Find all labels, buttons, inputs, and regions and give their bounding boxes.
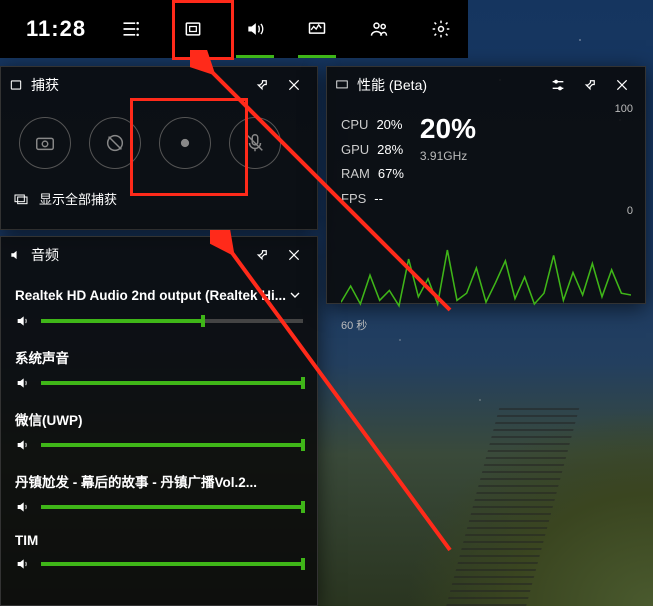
volume-slider[interactable] [15, 375, 303, 391]
perf-ymax: 100 [615, 103, 633, 115]
speaker-icon [15, 499, 31, 515]
speaker-icon [15, 556, 31, 572]
gallery-icon [13, 191, 29, 207]
performance-title: 性能 (Beta) [357, 75, 427, 95]
audio-button[interactable] [224, 0, 286, 58]
speaker-icon [15, 437, 31, 453]
game-bar: 11:28 [0, 0, 468, 58]
audio-close-button[interactable] [279, 240, 309, 270]
capture-icon [9, 78, 23, 92]
audio-mixer-item: 丹镇尬发 - 幕后的故事 - 丹镇广播Vol.2... [15, 471, 303, 515]
perf-ymin: 0 [615, 205, 633, 217]
clock: 11:28 [26, 16, 86, 42]
mic-toggle-button[interactable] [229, 117, 281, 169]
audio-title: 音频 [31, 245, 59, 265]
xbox-social-button[interactable] [348, 0, 410, 58]
volume-slider[interactable] [15, 556, 303, 572]
audio-icon [9, 248, 23, 262]
widgets-menu-button[interactable] [100, 0, 162, 58]
audio-pin-button[interactable] [247, 240, 277, 270]
perf-big-percent: 20% [420, 113, 601, 145]
capture-button[interactable] [162, 0, 224, 58]
audio-mixer-item: 微信(UWP) [15, 409, 303, 453]
performance-icon [335, 78, 349, 92]
audio-mixer-item: 系统声音 [15, 347, 303, 391]
performance-button[interactable] [286, 0, 348, 58]
audio-app-label: 微信(UWP) [15, 409, 303, 429]
performance-pin-button[interactable] [575, 70, 605, 100]
show-all-captures-link[interactable]: 显示全部捕获 [39, 189, 117, 208]
chevron-down-icon[interactable] [287, 287, 303, 303]
capture-close-button[interactable] [279, 70, 309, 100]
screenshot-button[interactable] [19, 117, 71, 169]
audio-app-label: TIM [15, 533, 303, 548]
start-record-button[interactable] [159, 117, 211, 169]
speaker-icon [15, 313, 31, 329]
performance-options-button[interactable] [543, 70, 573, 100]
capture-title: 捕获 [31, 75, 59, 95]
performance-widget: 性能 (Beta) CPU20% GPU28% RAM67% FPS-- 20%… [326, 66, 646, 304]
capture-widget: 捕获 显示全部捕获 [0, 66, 318, 230]
perf-chart [341, 223, 631, 313]
audio-device-name: Realtek HD Audio 2nd output (Realtek Hi.… [15, 288, 286, 303]
capture-pin-button[interactable] [247, 70, 277, 100]
audio-app-label: 系统声音 [15, 347, 303, 367]
audio-mixer-item [15, 313, 303, 329]
performance-close-button[interactable] [607, 70, 637, 100]
speaker-icon [15, 375, 31, 391]
settings-button[interactable] [410, 0, 472, 58]
perf-xlabel: 60 秒 [341, 317, 367, 333]
audio-widget: 音频 Realtek HD Audio 2nd output (Realtek … [0, 236, 318, 606]
perf-stats: CPU20% GPU28% RAM67% FPS-- [341, 113, 404, 219]
volume-slider[interactable] [15, 313, 303, 329]
volume-slider[interactable] [15, 499, 303, 515]
audio-app-label: 丹镇尬发 - 幕后的故事 - 丹镇广播Vol.2... [15, 471, 303, 491]
audio-mixer-item: TIM [15, 533, 303, 572]
volume-slider[interactable] [15, 437, 303, 453]
perf-frequency: 3.91GHz [420, 149, 601, 163]
record-last-button[interactable] [89, 117, 141, 169]
